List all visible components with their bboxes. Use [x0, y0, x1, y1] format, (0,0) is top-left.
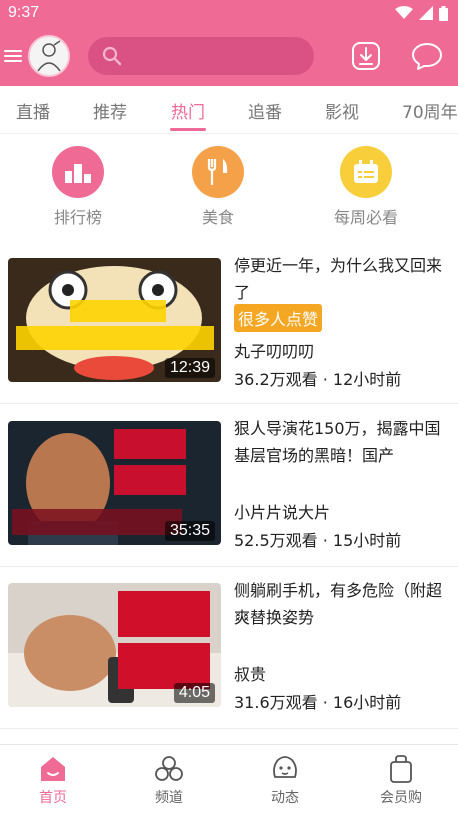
search-input[interactable] [130, 48, 300, 64]
download-icon[interactable] [350, 40, 382, 72]
nav-channels[interactable]: 频道 [129, 753, 209, 807]
calendar-icon [340, 146, 392, 198]
search-box[interactable] [88, 37, 314, 75]
nav-label: 会员购 [380, 790, 422, 806]
video-thumbnail[interactable]: 35:35 [8, 421, 221, 545]
quick-link-label: 美食 [201, 208, 234, 227]
bottom-nav: 首页 频道 动态 会员购 [0, 744, 458, 820]
video-meta: 31.6万观看 · 16小时前 [234, 693, 402, 712]
tab-indicator [170, 128, 206, 131]
video-item[interactable]: 12:39 停更近一年，为什么我又回来了 很多人点赞 丸子叨叨叨 36.2万观看… [0, 242, 458, 404]
food-icon [192, 146, 244, 198]
nav-label: 频道 [155, 790, 183, 806]
video-duration: 4:05 [173, 683, 215, 703]
wifi-icon [395, 6, 413, 19]
video-thumbnail[interactable]: 4:05 [8, 583, 221, 707]
nav-label: 首页 [39, 790, 67, 806]
tab-recommend[interactable]: 推荐 [93, 98, 127, 123]
avatar-image [30, 37, 68, 75]
video-item[interactable]: 4:05 侧躺刷手机，有多危险（附超爽替换姿势 叔贵 31.6万观看 · 16小… [0, 567, 458, 729]
activity-icon [273, 756, 297, 778]
video-tag: 很多人点赞 [234, 304, 323, 332]
tab-anime[interactable]: 追番 [248, 98, 282, 123]
video-meta: 36.2万观看 · 12小时前 [234, 370, 402, 389]
category-tabs: 直播 推荐 热门 追番 影视 70周年 [0, 86, 458, 134]
quick-link-food[interactable]: 美食 [168, 146, 268, 228]
nav-label: 动态 [271, 790, 299, 806]
quick-link-weekly[interactable]: 每周必看 [316, 146, 416, 228]
shopping-bag-icon [390, 755, 412, 783]
video-duration: 35:35 [164, 521, 215, 541]
video-item[interactable]: 35:35 狠人导演花150万，揭露中国基层官场的黑暗！国产 小片片说大片 52… [0, 405, 458, 567]
status-time: 9:37 [8, 4, 40, 21]
search-icon [102, 46, 122, 66]
ranking-icon [52, 146, 104, 198]
nav-member-shop[interactable]: 会员购 [361, 753, 441, 807]
app-bar [0, 26, 458, 86]
quick-links: 排行榜 美食 每周必看 [0, 134, 458, 228]
channels-icon [155, 756, 183, 781]
video-title[interactable]: 侧躺刷手机，有多危险（附超爽替换姿势 [234, 577, 448, 631]
quick-link-label: 每周必看 [333, 208, 398, 227]
quick-link-ranking[interactable]: 排行榜 [28, 146, 128, 228]
tab-live[interactable]: 直播 [16, 98, 50, 123]
video-thumbnail[interactable]: 12:39 [8, 258, 221, 382]
video-title[interactable]: 狠人导演花150万，揭露中国基层官场的黑暗！国产 [234, 415, 448, 469]
battery-icon [439, 5, 448, 21]
home-icon [41, 757, 65, 781]
nav-activity[interactable]: 动态 [245, 753, 325, 807]
status-icons [395, 5, 448, 21]
tab-70th-anniversary[interactable]: 70周年 [402, 98, 458, 123]
signal-icon [419, 6, 433, 20]
video-duration: 12:39 [164, 358, 215, 378]
message-icon[interactable] [410, 40, 444, 72]
menu-icon[interactable] [4, 45, 26, 67]
video-author[interactable]: 小片片说大片 [234, 499, 330, 523]
tab-hot[interactable]: 热门 [171, 98, 205, 123]
video-meta: 52.5万观看 · 15小时前 [234, 531, 402, 550]
video-author[interactable]: 丸子叨叨叨 [234, 338, 314, 362]
video-author[interactable]: 叔贵 [234, 661, 266, 685]
video-title[interactable]: 停更近一年，为什么我又回来了 [234, 252, 448, 306]
quick-link-label: 排行榜 [53, 208, 102, 227]
status-bar: 9:37 [0, 0, 458, 26]
tab-movies[interactable]: 影视 [325, 98, 359, 123]
avatar[interactable] [28, 35, 70, 77]
nav-home[interactable]: 首页 [13, 753, 93, 807]
